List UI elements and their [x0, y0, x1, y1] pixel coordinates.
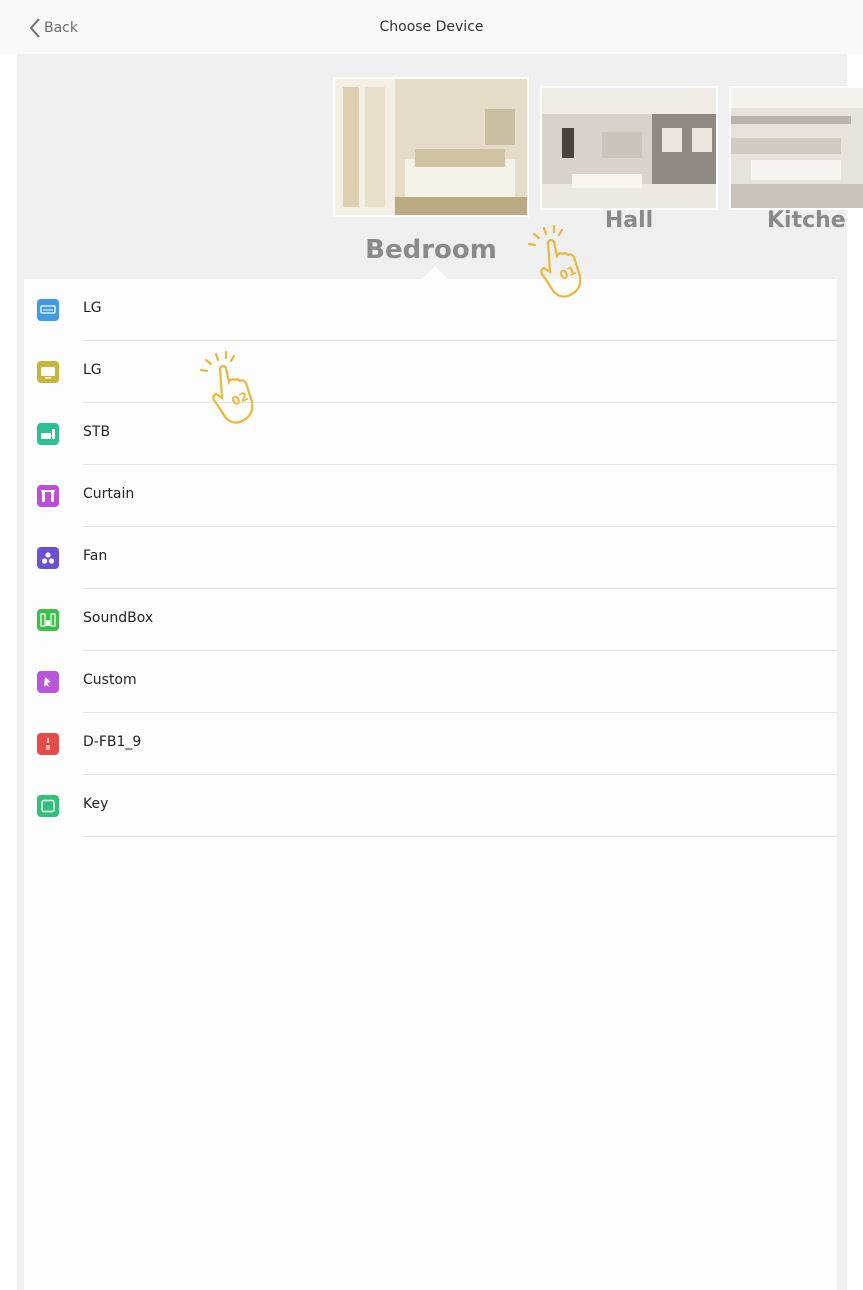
room-carousel[interactable]: Bedroom Hall Kitche: [0, 54, 863, 284]
fan-icon: [37, 547, 59, 569]
selected-room-pointer: [422, 266, 448, 279]
device-name: LG: [83, 300, 102, 316]
device-name: Fan: [83, 548, 108, 564]
room-card-bedroom[interactable]: Bedroom: [333, 77, 529, 265]
device-row-stb[interactable]: STB: [24, 403, 837, 465]
tap-hand-icon-02: 02: [199, 350, 254, 424]
nav-bar: Back Choose Device: [0, 0, 863, 54]
device-row-dfb1[interactable]: D-FB1_9: [24, 713, 837, 775]
device-row-lg-tv[interactable]: LG: [24, 341, 837, 403]
room-photo-hall: [540, 86, 718, 210]
device-row-custom[interactable]: Custom: [24, 651, 837, 713]
room-photo-kitchen: [729, 86, 863, 210]
custom-icon: [37, 671, 59, 693]
room-label-bedroom: Bedroom: [365, 235, 497, 265]
switch-icon: [37, 733, 59, 755]
room-photo-bedroom: [333, 77, 529, 217]
device-name: SoundBox: [83, 610, 154, 626]
device-name: Custom: [83, 672, 137, 688]
device-row-key[interactable]: Key: [24, 775, 837, 837]
air-conditioner-icon: [37, 299, 59, 321]
device-name: STB: [83, 424, 111, 440]
device-name: Key: [83, 796, 109, 812]
row-divider: [83, 836, 837, 837]
step-number: 01: [557, 263, 578, 283]
set-top-box-icon: [37, 423, 59, 445]
device-name: LG: [83, 362, 102, 378]
step-number: 02: [229, 389, 250, 409]
room-label-kitchen: Kitche: [767, 208, 846, 233]
device-name: D-FB1_9: [83, 734, 142, 750]
device-row-curtain[interactable]: Curtain: [24, 465, 837, 527]
key-icon: [37, 795, 59, 817]
room-card-kitchen[interactable]: Kitche: [729, 86, 863, 236]
tv-icon: [37, 361, 59, 383]
device-name: Curtain: [83, 486, 135, 502]
speaker-icon: [37, 609, 59, 631]
tap-hand-icon-01: 01: [527, 224, 582, 298]
device-row-soundbox[interactable]: SoundBox: [24, 589, 837, 651]
page-title: Choose Device: [379, 19, 484, 35]
room-card-hall[interactable]: Hall: [540, 86, 718, 236]
device-row-fan[interactable]: Fan: [24, 527, 837, 589]
curtain-icon: [37, 485, 59, 507]
device-row-lg-ac[interactable]: LG: [24, 279, 837, 341]
